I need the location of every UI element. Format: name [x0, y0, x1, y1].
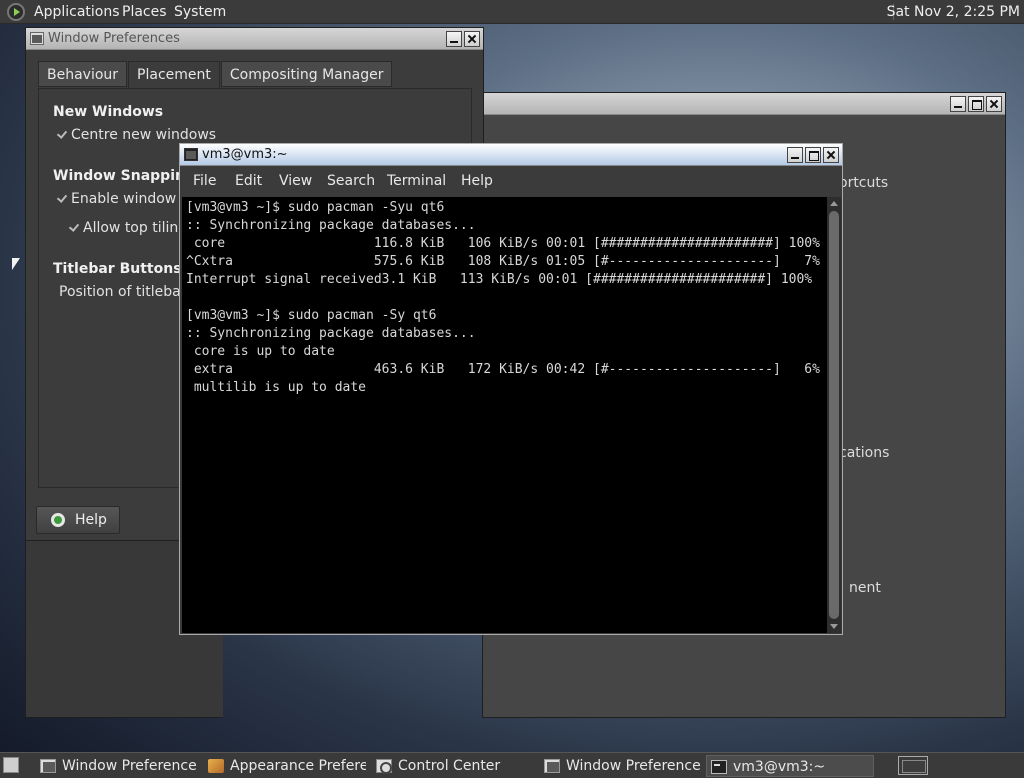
prefs-title: Window Preferences	[48, 31, 180, 46]
taskbar-item-window-preferences[interactable]: Window Preferences	[36, 755, 196, 777]
window-snapping-heading: Window Snapping	[53, 168, 195, 184]
bottom-panel: Window Preferences Appearance Prefere...…	[0, 752, 1024, 778]
terminal-line: ^Cxtra 575.6 KiB 108 KiB/s 01:05 [#-----…	[186, 254, 820, 269]
terminal-menubar: File Edit View Search Terminal Help	[180, 166, 842, 196]
window-controls	[446, 31, 480, 47]
help-button-label: Help	[75, 512, 107, 528]
taskbar-item-terminal[interactable]: vm3@vm3:~	[706, 755, 874, 777]
appearance-titlebar[interactable]	[483, 93, 1005, 115]
close-button[interactable]	[823, 147, 839, 163]
terminal-output[interactable]: [vm3@vm3 ~]$ sudo pacman -Syu qt6 :: Syn…	[182, 197, 827, 633]
titlebar-buttons-heading: Titlebar Buttons	[53, 261, 182, 277]
workspace-switcher[interactable]	[898, 756, 928, 775]
scroll-down-arrow-icon[interactable]	[830, 624, 838, 629]
appearance-label-applications[interactable]: cations	[839, 445, 889, 461]
terminal-icon	[184, 148, 198, 161]
terminal-scrollbar[interactable]	[827, 197, 841, 633]
top-panel: Applications Places System Sat Nov 2, 2:…	[0, 0, 1024, 24]
minimize-button[interactable]	[787, 147, 803, 163]
menu-view[interactable]: View	[279, 166, 312, 196]
prefs-tabs: Behaviour Placement Compositing Manager	[38, 61, 393, 89]
terminal-line: [vm3@vm3 ~]$ sudo pacman -Syu qt6	[186, 200, 445, 215]
enable-window-tiling-checkbox[interactable]	[57, 193, 67, 203]
terminal-line: extra 463.6 KiB 172 KiB/s 00:42 [#------…	[186, 362, 820, 377]
window-icon	[30, 32, 44, 45]
maximize-button[interactable]	[968, 96, 984, 112]
places-menu[interactable]: Places	[122, 0, 167, 24]
appearance-label-management[interactable]: nent	[849, 580, 881, 596]
terminal-window[interactable]: vm3@vm3:~ File Edit View Search Terminal…	[179, 143, 843, 635]
menu-file[interactable]: File	[193, 166, 216, 196]
menu-edit[interactable]: Edit	[235, 166, 262, 196]
close-button[interactable]	[464, 31, 480, 47]
terminal-line: Interrupt signal received3.1 KiB 113 KiB…	[186, 272, 813, 287]
menu-search[interactable]: Search	[327, 166, 375, 196]
taskbar-item-window-preferences-2[interactable]: Window Preferences	[540, 755, 700, 777]
terminal-line: [vm3@vm3 ~]$ sudo pacman -Sy qt6	[186, 308, 437, 323]
help-button[interactable]: Help	[36, 506, 120, 534]
appearance-label-shortcuts[interactable]: ortcuts	[839, 175, 888, 191]
main-menu-logo-icon[interactable]	[7, 3, 25, 21]
taskbar-item-label: Window Preferences	[566, 758, 700, 774]
terminal-line: multilib is up to date	[186, 380, 367, 395]
menu-help[interactable]: Help	[461, 166, 493, 196]
allow-top-tiling-label[interactable]: Allow top tiling	[83, 220, 187, 236]
window-controls	[787, 147, 839, 163]
prefs-titlebar[interactable]: Window Preferences	[26, 28, 483, 50]
maximize-button[interactable]	[805, 147, 821, 163]
help-icon	[51, 513, 65, 527]
centre-new-windows-label[interactable]: Centre new windows	[71, 127, 216, 143]
tab-compositing-manager[interactable]: Compositing Manager	[220, 61, 393, 87]
terminal-title: vm3@vm3:~	[202, 147, 288, 162]
terminal-line: :: Synchronizing package databases...	[186, 326, 476, 341]
window-controls	[950, 96, 1002, 112]
terminal-icon	[711, 760, 727, 774]
taskbar-item-appearance[interactable]: Appearance Prefere...	[204, 755, 366, 777]
terminal-line: core 116.8 KiB 106 KiB/s 00:01 [########…	[186, 236, 820, 251]
show-desktop-icon[interactable]	[3, 757, 19, 773]
minimize-button[interactable]	[950, 96, 966, 112]
window-icon	[40, 759, 56, 773]
taskbar-item-label: vm3@vm3:~	[733, 759, 826, 775]
window-icon	[544, 759, 560, 773]
centre-new-windows-checkbox[interactable]	[57, 129, 67, 139]
allow-top-tiling-checkbox[interactable]	[69, 222, 79, 232]
terminal-titlebar[interactable]: vm3@vm3:~	[180, 144, 842, 166]
control-center-icon	[376, 759, 392, 774]
taskbar-item-label: Window Preferences	[62, 758, 196, 774]
system-menu[interactable]: System	[174, 0, 226, 24]
mouse-pointer-icon	[12, 258, 20, 270]
close-button[interactable]	[986, 96, 1002, 112]
applications-menu[interactable]: Applications	[34, 0, 120, 24]
taskbar-item-label: Appearance Prefere...	[230, 758, 366, 774]
scroll-up-arrow-icon[interactable]	[830, 201, 838, 206]
taskbar-item-control-center[interactable]: Control Center	[372, 755, 532, 777]
clock[interactable]: Sat Nov 2, 2:25 PM	[887, 0, 1020, 24]
menu-terminal[interactable]: Terminal	[387, 166, 446, 196]
tab-placement[interactable]: Placement	[128, 61, 220, 89]
terminal-line: core is up to date	[186, 344, 335, 359]
minimize-button[interactable]	[446, 31, 462, 47]
tab-behaviour[interactable]: Behaviour	[38, 61, 128, 87]
scrollbar-thumb[interactable]	[829, 211, 839, 619]
taskbar-item-label: Control Center	[398, 758, 501, 774]
terminal-line: :: Synchronizing package databases...	[186, 218, 476, 233]
appearance-icon	[208, 759, 224, 773]
new-windows-heading: New Windows	[53, 104, 164, 120]
